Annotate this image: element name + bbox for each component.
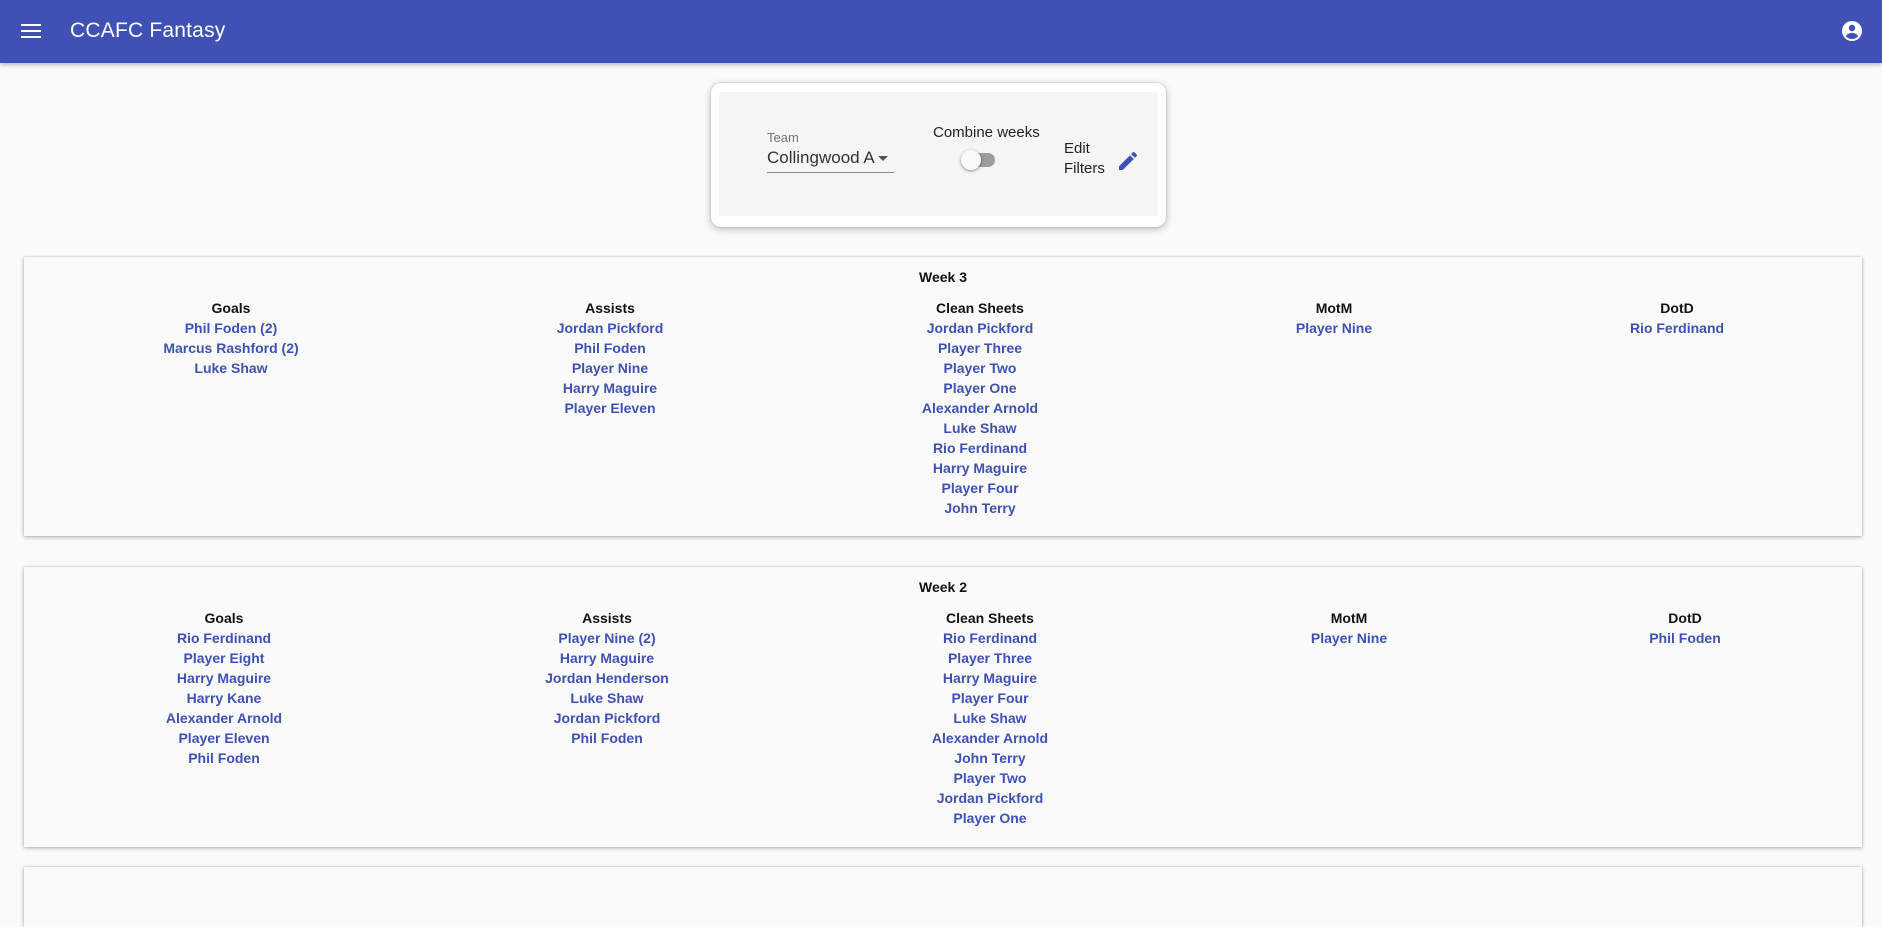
clean-sheets-player[interactable]: Alexander Arnold: [830, 398, 1130, 418]
assists-player[interactable]: Jordan Pickford: [460, 318, 760, 338]
motm-header: MotM: [1330, 610, 1368, 626]
dotd-column: DotD Phil Foden: [1535, 608, 1835, 648]
motm-player[interactable]: Player Nine: [1184, 318, 1484, 338]
filter-card: Team Collingwood A Combine weeks Edit Fi…: [711, 83, 1166, 227]
motm-column: MotM Player Nine: [1199, 608, 1499, 648]
assists-column: Assists Jordan Pickford Phil Foden Playe…: [460, 298, 760, 418]
assists-player[interactable]: Player Eleven: [460, 398, 760, 418]
assists-player[interactable]: Player Nine (2): [457, 628, 757, 648]
assists-player[interactable]: Phil Foden: [457, 728, 757, 748]
goals-player[interactable]: Player Eleven: [74, 728, 374, 748]
goals-player[interactable]: Luke Shaw: [81, 358, 381, 378]
clean-sheets-player[interactable]: Jordan Pickford: [840, 788, 1140, 808]
week-card: [24, 867, 1862, 927]
goals-column: Goals Rio Ferdinand Player Eight Harry M…: [74, 608, 374, 768]
clean-sheets-player[interactable]: Jordan Pickford: [830, 318, 1130, 338]
clean-sheets-player[interactable]: Rio Ferdinand: [840, 628, 1140, 648]
goals-player[interactable]: Harry Kane: [74, 688, 374, 708]
assists-player[interactable]: Jordan Pickford: [457, 708, 757, 728]
app-title: CCAFC Fantasy: [70, 19, 226, 42]
clean-sheets-player[interactable]: Player Two: [840, 768, 1140, 788]
goals-header: Goals: [204, 610, 244, 626]
combine-weeks-label: Combine weeks: [933, 124, 1040, 141]
menu-icon[interactable]: [20, 20, 42, 42]
team-select-value: Collingwood A: [767, 148, 875, 167]
pencil-icon[interactable]: [1116, 149, 1140, 173]
clean-sheets-header: Clean Sheets: [936, 300, 1024, 316]
clean-sheets-player[interactable]: Alexander Arnold: [840, 728, 1140, 748]
team-label: Team: [767, 130, 799, 145]
edit-filters-button[interactable]: Edit Filters: [1064, 139, 1154, 183]
account-circle-icon[interactable]: [1840, 19, 1864, 43]
clean-sheets-column: Clean Sheets Rio Ferdinand Player Three …: [840, 608, 1140, 828]
caret-down-icon: [878, 156, 888, 161]
clean-sheets-player[interactable]: Player One: [840, 808, 1140, 828]
assists-header: Assists: [582, 610, 632, 626]
toggle-thumb: [961, 150, 981, 170]
dotd-player[interactable]: Rio Ferdinand: [1527, 318, 1827, 338]
clean-sheets-player[interactable]: Player Three: [840, 648, 1140, 668]
dotd-header: DotD: [1660, 300, 1694, 316]
combine-weeks-toggle[interactable]: [961, 150, 1001, 170]
edit-filters-label: Edit Filters: [1064, 140, 1105, 177]
week-card: Week 3 Goals Phil Foden (2) Marcus Rashf…: [24, 257, 1862, 536]
clean-sheets-player[interactable]: Luke Shaw: [830, 418, 1130, 438]
clean-sheets-player[interactable]: Player Four: [840, 688, 1140, 708]
assists-player[interactable]: Player Nine: [460, 358, 760, 378]
clean-sheets-player[interactable]: Player One: [830, 378, 1130, 398]
motm-player[interactable]: Player Nine: [1199, 628, 1499, 648]
goals-player[interactable]: Harry Maguire: [74, 668, 374, 688]
goals-player[interactable]: Rio Ferdinand: [74, 628, 374, 648]
week-title: Week 2: [919, 579, 967, 595]
goals-player[interactable]: Marcus Rashford (2): [81, 338, 381, 358]
assists-column: Assists Player Nine (2) Harry Maguire Jo…: [457, 608, 757, 748]
goals-player[interactable]: Phil Foden: [74, 748, 374, 768]
clean-sheets-player[interactable]: Player Two: [830, 358, 1130, 378]
dotd-column: DotD Rio Ferdinand: [1527, 298, 1827, 338]
dotd-player[interactable]: Phil Foden: [1535, 628, 1835, 648]
clean-sheets-player[interactable]: John Terry: [840, 748, 1140, 768]
clean-sheets-player[interactable]: Player Four: [830, 478, 1130, 498]
goals-player[interactable]: Alexander Arnold: [74, 708, 374, 728]
clean-sheets-header: Clean Sheets: [946, 610, 1034, 626]
clean-sheets-player[interactable]: Harry Maguire: [840, 668, 1140, 688]
assists-header: Assists: [585, 300, 635, 316]
filter-panel: Team Collingwood A Combine weeks Edit Fi…: [719, 92, 1158, 216]
clean-sheets-column: Clean Sheets Jordan Pickford Player Thre…: [830, 298, 1130, 518]
assists-player[interactable]: Harry Maguire: [460, 378, 760, 398]
motm-column: MotM Player Nine: [1184, 298, 1484, 338]
assists-player[interactable]: Phil Foden: [460, 338, 760, 358]
week-card: Week 2 Goals Rio Ferdinand Player Eight …: [24, 567, 1862, 847]
clean-sheets-player[interactable]: Rio Ferdinand: [830, 438, 1130, 458]
assists-player[interactable]: Jordan Henderson: [457, 668, 757, 688]
clean-sheets-player[interactable]: John Terry: [830, 498, 1130, 518]
goals-player[interactable]: Phil Foden (2): [81, 318, 381, 338]
motm-header: MotM: [1315, 300, 1353, 316]
assists-player[interactable]: Harry Maguire: [457, 648, 757, 668]
clean-sheets-player[interactable]: Harry Maguire: [830, 458, 1130, 478]
assists-player[interactable]: Luke Shaw: [457, 688, 757, 708]
clean-sheets-player[interactable]: Luke Shaw: [840, 708, 1140, 728]
team-select[interactable]: Collingwood A: [767, 146, 894, 173]
goals-column: Goals Phil Foden (2) Marcus Rashford (2)…: [81, 298, 381, 378]
goals-header: Goals: [211, 300, 251, 316]
goals-player[interactable]: Player Eight: [74, 648, 374, 668]
clean-sheets-player[interactable]: Player Three: [830, 338, 1130, 358]
week-title: Week 3: [919, 269, 967, 285]
app-bar: CCAFC Fantasy: [0, 0, 1882, 63]
dotd-header: DotD: [1668, 610, 1702, 626]
